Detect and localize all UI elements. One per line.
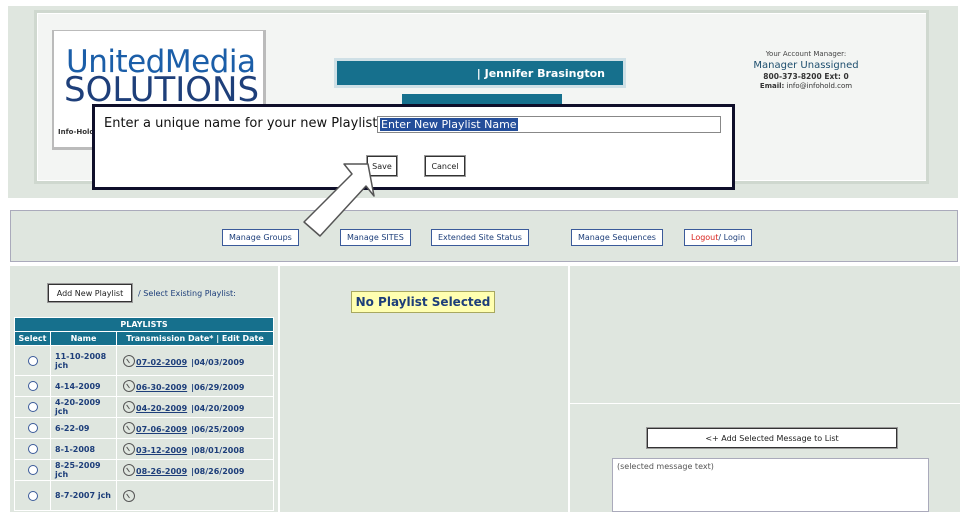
add-selected-message-button[interactable]: <+ Add Selected Message to List bbox=[647, 428, 897, 448]
edit-date: |08/01/2008 bbox=[191, 446, 245, 455]
account-manager-info: Your Account Manager: Manager Unassigned… bbox=[728, 50, 884, 90]
transmission-date-link[interactable]: 07-06-2009 bbox=[136, 425, 187, 434]
edit-date: |08/26/2009 bbox=[191, 467, 245, 476]
logo-subtext: Info-Hold bbox=[58, 128, 95, 136]
row-select-cell bbox=[14, 438, 51, 460]
table-row[interactable]: 8-25-2009 jch 08-26-2009 |08/26/2009 bbox=[14, 459, 274, 481]
playlist-radio[interactable] bbox=[27, 355, 38, 366]
edit-date: |06/29/2009 bbox=[191, 383, 245, 392]
table-row[interactable]: 8-1-2008 03-12-2009 |08/01/2008 bbox=[14, 438, 274, 460]
select-existing-label: / Select Existing Playlist: bbox=[138, 289, 236, 298]
add-new-playlist-button[interactable]: Add New Playlist bbox=[48, 284, 132, 302]
row-select-cell bbox=[14, 396, 51, 418]
col-name: Name bbox=[50, 331, 117, 346]
schedule-clock-icon[interactable] bbox=[123, 464, 135, 476]
table-row[interactable]: 4-20-2009 jch 04-20-2009 |04/20/2009 bbox=[14, 396, 274, 418]
table-row[interactable]: 11-10-2008 jch 07-02-2009 |04/03/2009 bbox=[14, 345, 274, 376]
playlist-name-input[interactable]: Enter New Playlist Name bbox=[377, 116, 721, 133]
user-name: | Jennifer Brasington bbox=[476, 66, 605, 80]
playlist-name: 11-10-2008 jch bbox=[50, 345, 117, 376]
account-manager-name: Manager Unassigned bbox=[753, 60, 859, 71]
playlist-radio[interactable] bbox=[27, 423, 38, 433]
schedule-clock-icon[interactable] bbox=[123, 489, 135, 502]
playlist-dates bbox=[116, 480, 274, 511]
playlist-dates: 03-12-2009 |08/01/2008 bbox=[116, 438, 274, 460]
login-link[interactable]: / Login bbox=[718, 233, 745, 242]
extended-site-status-button[interactable]: Extended Site Status bbox=[431, 229, 529, 246]
table-row[interactable]: 6-22-09 07-06-2009 |06/25/2009 bbox=[14, 417, 274, 439]
edit-date: |06/25/2009 bbox=[191, 425, 245, 434]
panel-divider bbox=[568, 266, 570, 512]
row-select-cell bbox=[14, 375, 51, 397]
playlist-radio[interactable] bbox=[27, 402, 38, 412]
panel-divider bbox=[278, 266, 280, 512]
logout-login-button[interactable]: Logout / Login bbox=[684, 229, 753, 246]
edit-date: |04/20/2009 bbox=[191, 404, 245, 413]
table-row[interactable]: 8-7-2007 jch bbox=[14, 480, 274, 511]
playlist-dates: 08-26-2009 |08/26/2009 bbox=[116, 459, 274, 481]
transmission-date-link[interactable]: 04-20-2009 bbox=[136, 404, 187, 413]
schedule-clock-icon[interactable] bbox=[123, 422, 135, 434]
no-playlist-status: No Playlist Selected bbox=[351, 291, 495, 313]
schedule-clock-icon[interactable] bbox=[123, 380, 135, 392]
transmission-date-link[interactable]: 06-30-2009 bbox=[136, 383, 187, 392]
transmission-date-link[interactable]: 08-26-2009 bbox=[136, 467, 187, 476]
playlist-name: 8-1-2008 bbox=[50, 438, 117, 460]
playlist-name: 4-20-2009 jch bbox=[50, 396, 117, 418]
schedule-clock-icon[interactable] bbox=[123, 443, 135, 455]
playlist-name: 4-14-2009 bbox=[50, 375, 117, 397]
user-name-bar: | Jennifer Brasington bbox=[334, 58, 626, 88]
row-select-cell bbox=[14, 345, 51, 376]
playlists-table: PLAYLISTS Select Name Transmission Date*… bbox=[14, 317, 274, 511]
playlist-radio[interactable] bbox=[27, 381, 38, 391]
transmission-date-link[interactable]: 07-02-2009 bbox=[136, 358, 187, 367]
playlist-radio[interactable] bbox=[27, 444, 38, 454]
playlist-dates: 04-20-2009 |04/20/2009 bbox=[116, 396, 274, 418]
selected-message-textarea[interactable]: (selected message text) bbox=[612, 458, 929, 512]
playlist-name: 8-25-2009 jch bbox=[50, 459, 117, 481]
row-select-cell bbox=[14, 480, 51, 511]
playlists-table-title: PLAYLISTS bbox=[14, 317, 274, 332]
schedule-clock-icon[interactable] bbox=[123, 354, 135, 367]
playlist-dates: 07-06-2009 |06/25/2009 bbox=[116, 417, 274, 439]
message-panel-divider bbox=[570, 403, 960, 404]
col-select: Select bbox=[14, 331, 51, 346]
playlist-name: 8-7-2007 jch bbox=[50, 480, 117, 511]
account-manager-phone: 800-373-8200 Ext: 0 bbox=[763, 72, 849, 81]
playlist-name: 6-22-09 bbox=[50, 417, 117, 439]
pointer-arrow-icon bbox=[303, 163, 375, 237]
row-select-cell bbox=[14, 417, 51, 439]
playlist-dates: 06-30-2009 |06/29/2009 bbox=[116, 375, 274, 397]
manage-groups-button[interactable]: Manage Groups bbox=[222, 229, 299, 246]
account-manager-email: Email: info@infohold.com bbox=[759, 82, 853, 90]
edit-date: |04/03/2009 bbox=[191, 357, 245, 367]
new-playlist-prompt: Enter a unique name for your new Playlis… bbox=[104, 116, 382, 131]
logout-link[interactable]: Logout bbox=[691, 233, 718, 242]
account-manager-title: Your Account Manager: bbox=[765, 50, 847, 58]
transmission-date-link[interactable]: 03-12-2009 bbox=[136, 446, 187, 455]
playlist-radio[interactable] bbox=[27, 490, 38, 501]
col-dates: Transmission Date* | Edit Date bbox=[116, 331, 274, 346]
table-row[interactable]: 4-14-2009 06-30-2009 |06/29/2009 bbox=[14, 375, 274, 397]
cancel-button[interactable]: Cancel bbox=[425, 156, 465, 176]
row-select-cell bbox=[14, 459, 51, 481]
playlist-radio[interactable] bbox=[27, 465, 38, 475]
manage-sequences-button[interactable]: Manage Sequences bbox=[571, 229, 663, 246]
schedule-clock-icon[interactable] bbox=[123, 401, 135, 413]
playlist-dates: 07-02-2009 |04/03/2009 bbox=[116, 345, 274, 376]
